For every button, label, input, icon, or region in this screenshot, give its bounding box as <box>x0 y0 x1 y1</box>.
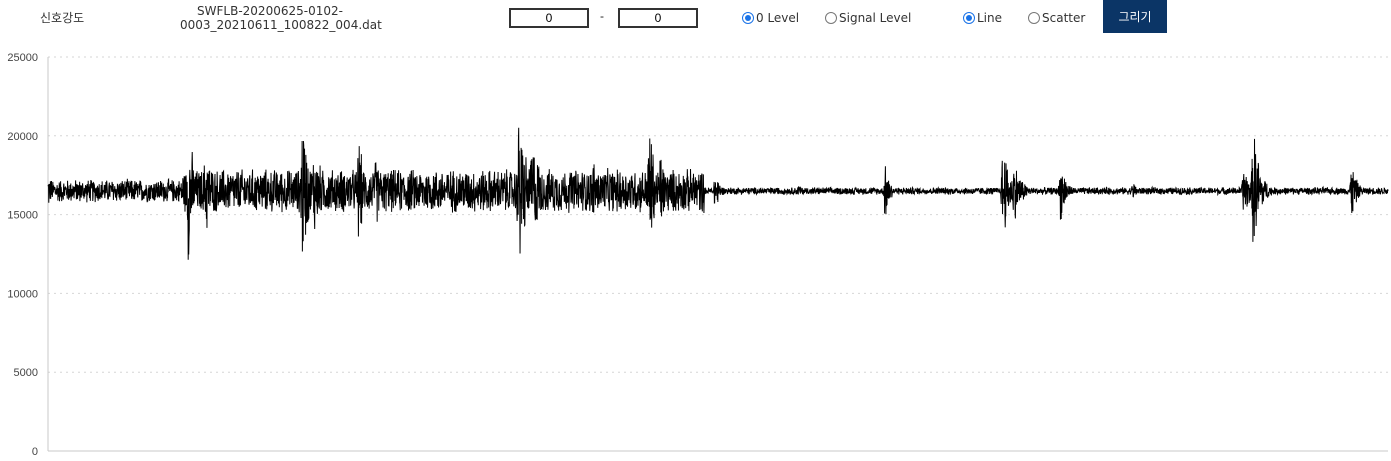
chart-title-label: 신호강도 <box>40 11 85 25</box>
y-tick-label-10000: 10000 <box>7 288 38 300</box>
radio-zero-level[interactable]: 0 Level <box>742 11 799 25</box>
radio-line-dot[interactable] <box>963 12 975 24</box>
radio-signal-level-label: Signal Level <box>839 11 912 25</box>
radio-zero-level-label: 0 Level <box>756 11 800 25</box>
y-tick-label-0: 0 <box>32 446 38 458</box>
y-tick-label-5000: 5000 <box>14 367 38 379</box>
y-tick-label-20000: 20000 <box>7 131 38 143</box>
toolbar: 신호강도 SWFLB-20200625-0102- 0003_20210611_… <box>0 0 1391 40</box>
file-name: SWFLB-20200625-0102- 0003_20210611_10082… <box>180 4 382 32</box>
radio-scatter[interactable]: Scatter <box>1028 11 1085 25</box>
radio-scatter-dot[interactable] <box>1028 12 1040 24</box>
radio-zero-level-dot[interactable] <box>742 12 754 24</box>
signal-chart: 0 5000 10000 15000 20000 25000 <box>7 52 1389 458</box>
y-tick-label-15000: 15000 <box>7 210 38 222</box>
grid-lines <box>48 56 1388 373</box>
radio-scatter-label: Scatter <box>1042 11 1086 25</box>
file-name-line-1: SWFLB-20200625-0102- <box>197 4 343 18</box>
file-name-line-2: 0003_20210611_100822_004.dat <box>180 18 382 32</box>
signal-series-line <box>47 127 1389 260</box>
y-tick-label-25000: 25000 <box>7 52 38 64</box>
radio-line-label: Line <box>977 11 1003 25</box>
radio-line[interactable]: Line <box>963 11 1002 25</box>
range-end-input[interactable] <box>618 8 698 28</box>
range-start-input[interactable] <box>509 8 589 28</box>
range-separator: - <box>600 9 604 23</box>
draw-button[interactable]: 그리기 <box>1103 0 1167 33</box>
radio-signal-level-dot[interactable] <box>825 12 837 24</box>
radio-signal-level[interactable]: Signal Level <box>825 11 911 25</box>
y-axis-ticks: 0 5000 10000 15000 20000 25000 <box>7 52 38 458</box>
